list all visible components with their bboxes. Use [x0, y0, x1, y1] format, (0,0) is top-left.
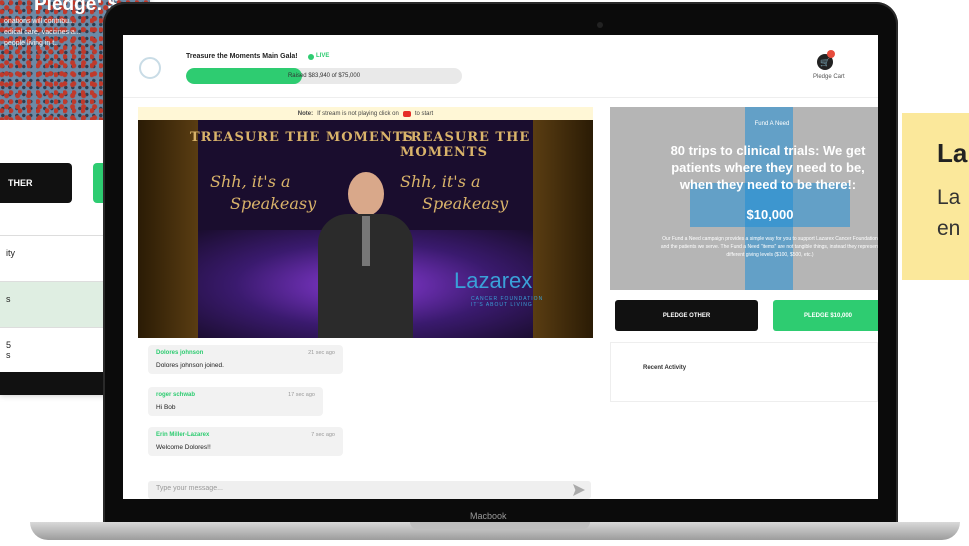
event-title: Treasure the Moments Main Gala! — [186, 53, 298, 60]
script-right-2: Speakeasy — [422, 194, 509, 213]
script-left-1: Shh, it's a — [210, 172, 291, 191]
presenter-tie — [362, 216, 370, 266]
laptop-notch — [410, 522, 590, 529]
banner-left: TREASURE THE MOMENTS — [190, 130, 414, 145]
fundraising-progress: Raised $83,940 of $75,000 — [186, 68, 462, 84]
chat-input[interactable]: Type your message... — [148, 481, 591, 499]
chat-time: 7 sec ago — [311, 432, 335, 438]
note-text: If stream is not playing click on — [317, 110, 399, 117]
chat-input-placeholder: Type your message... — [156, 485, 223, 492]
cart-badge — [827, 50, 835, 58]
fund-label: Fund A Need — [754, 121, 790, 127]
chat-text: Welcome Dolores!! — [156, 444, 211, 451]
chat-text: Dolores johnson joined. — [156, 362, 224, 369]
stream-note: Note: If stream is not playing click on … — [138, 107, 593, 120]
header: Treasure the Moments Main Gala! LIVE Rai… — [123, 35, 878, 98]
logo-icon[interactable] — [139, 57, 161, 79]
fund-amount: $10,000 — [746, 207, 794, 222]
pledge-cart-label[interactable]: Pledge Cart — [813, 74, 845, 80]
note-suffix: to start — [414, 110, 434, 117]
live-badge: LIVE — [316, 53, 330, 59]
progress-text: Raised $83,940 of $75,000 — [287, 73, 361, 79]
fund-description: Our Fund a Need campaign provides a simp… — [660, 236, 878, 258]
fund-a-need-panel: Fund A Need 80 trips to clinical trials:… — [610, 107, 878, 290]
script-left-2: Speakeasy — [230, 194, 317, 213]
sponsor-tagline: CANCER FOUNDATION IT'S ABOUT LIVING — [471, 296, 544, 308]
promo-title: La — [937, 138, 968, 168]
chat-panel: Dolores johnson 21 sec ago Dolores johns… — [138, 341, 593, 499]
youtube-icon[interactable] — [402, 110, 411, 117]
note-prefix: Note: — [297, 110, 314, 117]
live-dot-icon — [308, 54, 314, 60]
live-video-player[interactable]: TREASURE THE MOMENTS TREASURE THE MOMENT… — [138, 120, 593, 338]
recent-activity-panel: Recent Activity — [610, 342, 878, 402]
app-screen: Treasure the Moments Main Gala! LIVE Rai… — [123, 35, 878, 499]
chat-time: 17 sec ago — [288, 392, 315, 398]
curtain-left — [138, 120, 198, 338]
background-pledge-other-button[interactable]: THER — [0, 163, 72, 203]
chat-message: Erin Miller-Lazarex 7 sec ago Welcome Do… — [148, 427, 343, 456]
chat-time: 21 sec ago — [308, 350, 335, 356]
recent-activity-label: Recent Activity — [643, 365, 687, 371]
presenter-head — [348, 172, 384, 216]
pledge-amount-button[interactable]: PLEDGE $10,000 — [773, 300, 878, 331]
banner-right: TREASURE THE MOMENTS — [400, 130, 531, 160]
promo-body: La en — [937, 186, 961, 240]
sponsor-logo: Lazarex — [454, 268, 533, 293]
send-icon[interactable] — [573, 484, 585, 496]
chat-message: Dolores johnson 21 sec ago Dolores johns… — [148, 345, 343, 374]
presenter — [318, 160, 413, 338]
chat-author: Erin Miller-Lazarex — [156, 432, 210, 438]
chat-text: Hi Bob — [156, 404, 176, 411]
fund-title: 80 trips to clinical trials: We get pati… — [670, 143, 866, 192]
chat-message: roger schwab 17 sec ago Hi Bob — [148, 387, 323, 416]
webcam-icon — [597, 22, 603, 28]
laptop-brand: Macbook — [470, 511, 507, 521]
pledge-other-button[interactable]: PLEDGE OTHER — [615, 300, 758, 331]
